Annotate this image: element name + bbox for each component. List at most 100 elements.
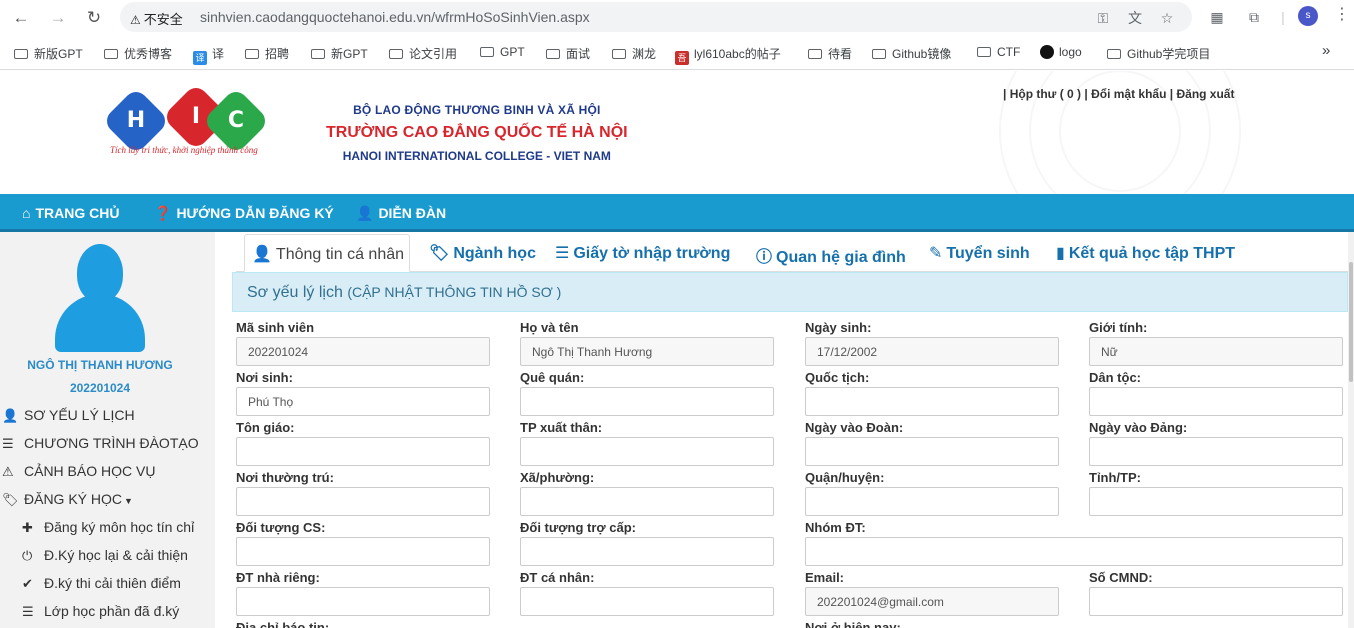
user-icon: 👤 [2, 408, 19, 423]
profile-tabs: 👤 Thông tin cá nhân 🏷 Ngành học ☰ Giấy tờ n… [236, 234, 1354, 272]
student-id-field[interactable] [236, 337, 490, 366]
youth-union-date-field[interactable] [805, 437, 1059, 466]
bookmark-item[interactable]: 论文引用 [389, 45, 457, 62]
sidebar-subitem-retake[interactable]: ⏻ Đ.Ký học lại & cải thiện [22, 547, 188, 564]
policy-subject-field[interactable] [236, 537, 490, 566]
url-text[interactable]: sinhvien.caodangquoctehanoi.edu.vn/wfrmH… [200, 9, 590, 25]
bookmark-item[interactable]: 新GPT [311, 45, 368, 62]
panel-subtitle: (CẬP NHẬT THÔNG TIN HỒ SƠ ) [347, 284, 562, 300]
inbox-link[interactable]: | Hộp thư ( 0 ) [1003, 87, 1081, 101]
bookmark-item[interactable]: 面试 [546, 45, 590, 62]
label-allowance-subject: Đối tượng trợ cấp: [520, 520, 637, 535]
page-scrollbar[interactable] [1348, 232, 1354, 628]
label-policy-subject: Đối tượng CS: [236, 520, 326, 535]
translate-icon[interactable]: 文 [1125, 8, 1145, 28]
email-field[interactable] [805, 587, 1059, 616]
party-date-field[interactable] [1089, 437, 1343, 466]
main-nav: ⌂ TRANG CHỦ ❓ HƯỚNG DẪN ĐĂNG KÝ 👤 DIỄN ĐÀN [0, 194, 1354, 232]
nationality-field[interactable] [805, 387, 1059, 416]
browser-toolbar: ← → ↻ ⚠ 不安全 sinhvien.caodangquoctehanoi.e… [0, 0, 1354, 36]
religion-field[interactable] [236, 437, 490, 466]
tab-admission-documents[interactable]: ☰ Giấy tờ nhập trường [555, 234, 730, 272]
folder-icon [808, 49, 822, 59]
school-name: TRƯỜNG CAO ĐẲNG QUỐC TẾ HÀ NỘI [326, 124, 628, 141]
sidebar-item-curriculum[interactable]: ☰ CHƯƠNG TRÌNH ĐÀOTẠO [2, 435, 199, 452]
school-logo[interactable]: H I C Tích lũy tri thức, khởi nghiệp thà… [102, 83, 298, 163]
bookmark-item[interactable]: logo [1040, 45, 1082, 59]
logout-link[interactable]: | Đăng xuất [1170, 87, 1235, 101]
tab-family[interactable]: ⓘ Quan hệ gia đình [756, 234, 906, 272]
sidebar-item-profile[interactable]: 👤 SƠ YẾU LÝ LỊCH [2, 407, 135, 424]
sidebar-subitem-registered-classes[interactable]: ☰ Lớp học phần đã đ.ký [22, 603, 179, 620]
back-icon[interactable]: ← [9, 6, 33, 30]
security-warning[interactable]: ⚠ 不安全 [130, 9, 183, 28]
bookmark-item[interactable]: Github学完项目 [1107, 45, 1210, 62]
profile-avatar[interactable]: s [1298, 6, 1318, 26]
nav-forum[interactable]: 👤 DIỄN ĐÀN [356, 205, 446, 222]
extensions-icon[interactable]: ⧉ [1244, 7, 1264, 27]
ward-field[interactable] [520, 487, 774, 516]
star-icon[interactable]: ☆ [1157, 8, 1177, 28]
bookmarks-bar: 新版GPT 优秀博客 译译 招聘 新GPT 论文引用 GPT 面试 渊龙 吾 ly… [0, 36, 1354, 70]
full-name-field[interactable] [520, 337, 774, 366]
change-password-link[interactable]: | Đổi mật khẩu [1084, 87, 1166, 101]
school-title: BỘ LAO ĐỘNG THƯƠNG BINH VÀ XÃ HỘI TRƯỜNG… [326, 103, 628, 163]
menu-icon[interactable]: ⋮ [1334, 4, 1350, 24]
gender-field[interactable] [1089, 337, 1343, 366]
qr-code-icon[interactable]: ▦ [1207, 7, 1227, 27]
sidebar-subitem-improve-exam[interactable]: ✔ Đ.ký thi cải thiên điểm [22, 575, 181, 592]
bookmark-item[interactable]: GPT [480, 45, 525, 59]
home-phone-field[interactable] [236, 587, 490, 616]
bookmark-item[interactable]: CTF [977, 45, 1020, 59]
nav-register-guide[interactable]: ❓ HƯỚNG DẪN ĐĂNG KÝ [154, 205, 334, 222]
folder-icon [480, 47, 494, 57]
permanent-address-field[interactable] [236, 487, 490, 516]
province-field[interactable] [1089, 487, 1343, 516]
list-icon: ☰ [555, 245, 570, 262]
folder-icon [311, 49, 325, 59]
bookmark-item[interactable]: 渊龙 [612, 45, 656, 62]
label-nationality: Quốc tịch: [805, 370, 870, 385]
sidebar-subitem-credit-register[interactable]: ✚ Đăng ký môn học tín chỉ [22, 519, 194, 536]
mobile-phone-field[interactable] [520, 587, 774, 616]
forward-icon[interactable]: → [46, 6, 70, 30]
birthplace-field[interactable] [236, 387, 490, 416]
key-icon[interactable]: ⚿ [1093, 8, 1113, 28]
site-icon: 吾 [675, 51, 689, 65]
ethnicity-field[interactable] [1089, 387, 1343, 416]
apple-icon [1040, 45, 1054, 59]
label-party-date: Ngày vào Đảng: [1089, 420, 1188, 435]
sidebar-item-registration[interactable]: 🏷 ĐĂNG KÝ HỌC ▼ [2, 491, 133, 508]
nav-home[interactable]: ⌂ TRANG CHỦ [22, 205, 119, 221]
bookmark-item[interactable]: 招聘 [245, 45, 289, 62]
hometown-field[interactable] [520, 387, 774, 416]
district-field[interactable] [805, 487, 1059, 516]
reload-icon[interactable]: ↻ [82, 6, 106, 30]
group-field[interactable] [805, 537, 1343, 566]
bookmark-item[interactable]: Github镜像 [872, 45, 951, 62]
chevron-right-icon[interactable]: » [1322, 42, 1330, 59]
bookmark-item[interactable]: 优秀博客 [104, 45, 172, 62]
site-header: H I C Tích lũy tri thức, khởi nghiệp thà… [0, 71, 1354, 194]
bookmark-item[interactable]: 译译 [193, 45, 224, 65]
tab-highschool-results[interactable]: ▮ Kết quả học tập THPT [1056, 234, 1235, 272]
bookmark-item[interactable]: 待看 [808, 45, 852, 62]
scrollbar-thumb[interactable] [1349, 262, 1353, 382]
tab-personal-info[interactable]: 👤 Thông tin cá nhân [244, 234, 410, 272]
allowance-subject-field[interactable] [520, 537, 774, 566]
id-card-field[interactable] [1089, 587, 1343, 616]
tab-admission[interactable]: ✎ Tuyển sinh [929, 234, 1030, 272]
address-bar[interactable]: ⚠ 不安全 sinhvien.caodangquoctehanoi.edu.vn/… [120, 2, 1192, 32]
label-group: Nhóm ĐT: [805, 520, 866, 535]
avatar [55, 244, 145, 352]
tags-icon: 🏷 [2, 492, 19, 507]
sidebar-item-warning[interactable]: ⚠ CẢNH BÁO HỌC VỤ [2, 463, 155, 480]
logo-slogan: Tích lũy tri thức, khởi nghiệp thành côn… [110, 145, 258, 155]
tab-major[interactable]: 🏷 Ngành học [429, 234, 536, 272]
birth-date-field[interactable] [805, 337, 1059, 366]
bookmark-item[interactable]: 新版GPT [14, 45, 83, 62]
origin-class-field[interactable] [520, 437, 774, 466]
label-origin-class: TP xuất thân: [520, 420, 603, 435]
book-icon: ▮ [1056, 245, 1065, 262]
bookmark-item[interactable]: 吾 lyl610abc的帖子 [675, 45, 781, 65]
